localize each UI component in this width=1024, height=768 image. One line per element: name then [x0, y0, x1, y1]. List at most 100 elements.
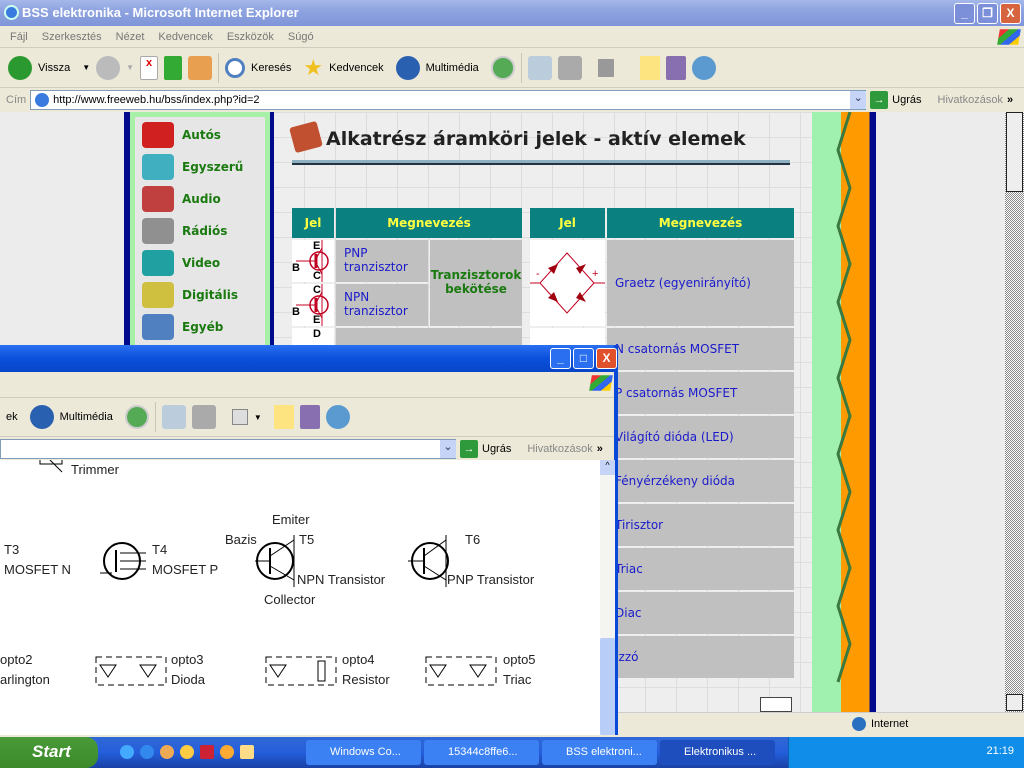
label-t6: T6	[465, 532, 481, 547]
mail-icon[interactable]	[161, 405, 186, 429]
decorative-stripe	[812, 112, 876, 712]
label-t5: T5	[299, 532, 315, 547]
close-button[interactable]: X	[1000, 3, 1021, 24]
messenger-icon[interactable]	[691, 55, 716, 80]
pin-b: B	[292, 306, 300, 318]
scroll-down-button[interactable]	[1006, 694, 1023, 711]
menu-file[interactable]: Fájl	[10, 31, 28, 43]
main-scrollbar[interactable]	[1005, 112, 1024, 712]
favorites-icon[interactable]: ★	[303, 55, 323, 81]
sidebar-item-3[interactable]: Rádiós	[142, 216, 227, 246]
research-icon[interactable]	[299, 405, 320, 429]
back-button[interactable]: Vissza	[38, 62, 70, 74]
notes-icon[interactable]	[273, 405, 294, 429]
menu-favorites[interactable]: Kedvencek	[158, 31, 212, 43]
menu-view[interactable]: Nézet	[116, 31, 145, 43]
pin-e: E	[313, 314, 321, 326]
clock-icon[interactable]	[240, 745, 254, 759]
component-link[interactable]: Diac	[607, 592, 794, 634]
back-icon[interactable]	[8, 55, 32, 80]
task-windows-commander[interactable]: Windows Co...	[306, 740, 421, 765]
research-icon[interactable]	[665, 55, 686, 80]
component-link[interactable]: N csatornás MOSFET	[607, 328, 794, 370]
restore-button[interactable]: ❐	[977, 3, 998, 24]
task-elektronikus[interactable]: Elektronikus ...	[660, 740, 775, 765]
links-button[interactable]: Hivatkozások	[938, 94, 1003, 106]
history-icon[interactable]	[490, 55, 515, 80]
sidebar-item-5[interactable]: Digitális	[142, 280, 238, 310]
print-icon[interactable]	[557, 55, 582, 80]
links-more[interactable]: »	[1007, 94, 1013, 106]
edit-icon[interactable]	[597, 58, 614, 77]
word-icon[interactable]	[231, 409, 248, 425]
floppy-icon[interactable]	[200, 745, 214, 759]
links-button[interactable]: Hivatkozások	[527, 443, 592, 455]
ie-icon[interactable]	[120, 745, 134, 759]
menu-edit[interactable]: Szerkesztés	[42, 31, 102, 43]
sidebar-item-label: Egyéb	[182, 320, 224, 334]
media-button[interactable]: Multimédia	[60, 411, 113, 423]
label-mosfet-n: MOSFET N	[4, 562, 71, 577]
npn-link[interactable]: NPN tranzisztor	[336, 284, 428, 326]
home-icon[interactable]	[188, 55, 213, 80]
component-link[interactable]: Tirisztor	[607, 504, 794, 546]
window2-maximize-button[interactable]: □	[573, 348, 594, 369]
sidebar-item-0[interactable]: Autós	[142, 120, 221, 150]
print-icon[interactable]	[191, 405, 216, 429]
refresh-icon[interactable]	[164, 55, 183, 80]
go-button[interactable]: Ugrás	[892, 94, 921, 106]
window2-scrollbar[interactable]: ^	[600, 460, 615, 735]
search-icon[interactable]	[225, 57, 246, 78]
component-link[interactable]: Triac	[607, 548, 794, 590]
ie-icon[interactable]	[140, 745, 154, 759]
favorites-button[interactable]: Kedvencek	[329, 62, 383, 74]
window2-address-input[interactable]	[0, 438, 456, 459]
component-link[interactable]: Graetz (egyenirányító)	[607, 240, 794, 326]
go-button[interactable]: Ugrás	[482, 443, 511, 455]
start-button[interactable]: Start	[0, 737, 98, 768]
address-input[interactable]: http://www.freeweb.hu/bss/index.php?id=2	[30, 90, 867, 110]
go-icon[interactable]: →	[870, 91, 889, 109]
menu-help[interactable]: Súgó	[288, 31, 314, 43]
window2-title-bar	[0, 345, 614, 372]
component-link[interactable]: Világító dióda (LED)	[607, 416, 794, 458]
component-link[interactable]: P csatornás MOSFET	[607, 372, 794, 414]
pnp-link[interactable]: PNP tranzisztor	[336, 240, 428, 282]
scrollbar-thumb[interactable]	[600, 638, 615, 735]
winamp-icon[interactable]	[180, 745, 194, 759]
media-player-icon[interactable]	[220, 745, 234, 759]
minimize-button[interactable]: _	[954, 3, 975, 24]
task-image[interactable]: 15344c8ffe6...	[424, 740, 539, 765]
scroll-up-button[interactable]: ^	[600, 460, 615, 475]
task-bss-elektronika[interactable]: BSS elektroni...	[542, 740, 657, 765]
media-icon[interactable]	[395, 55, 420, 80]
mail-icon[interactable]	[527, 55, 552, 80]
category-icon	[142, 314, 174, 340]
menu-tools[interactable]: Eszközök	[227, 31, 274, 43]
history-icon[interactable]	[124, 405, 149, 429]
address-dropdown-icon[interactable]: ⌄	[850, 91, 867, 109]
component-link[interactable]: Izzó	[607, 636, 794, 678]
go-icon[interactable]: →	[460, 439, 478, 458]
sidebar-item-2[interactable]: Audio	[142, 184, 221, 214]
window2-close-button[interactable]: X	[596, 348, 617, 369]
media-icon[interactable]	[29, 405, 54, 429]
window2-minimize-button[interactable]: _	[550, 348, 571, 369]
transistor-pinout-link[interactable]: Tranzisztorok bekötése	[430, 240, 522, 326]
media-button[interactable]: Multimédia	[426, 62, 479, 74]
clock: 21:19	[986, 745, 1014, 757]
search-button[interactable]: Keresés	[251, 62, 291, 74]
stop-icon[interactable]: x	[140, 55, 159, 80]
notes-icon[interactable]	[639, 55, 660, 80]
app-icon[interactable]	[160, 745, 174, 759]
scrollbar-thumb[interactable]	[1006, 112, 1023, 192]
component-link[interactable]: Fényérzékeny dióda	[607, 460, 794, 502]
sidebar-item-1[interactable]: Egyszerű	[142, 152, 243, 182]
taskbar: Start Windows Co... 15344c8ffe6... BSS e…	[0, 737, 1024, 768]
sidebar-item-4[interactable]: Video	[142, 248, 220, 278]
links-more[interactable]: »	[597, 443, 603, 455]
address-dropdown-icon[interactable]: ⌄	[440, 439, 456, 458]
messenger-icon[interactable]	[325, 405, 350, 429]
forward-icon[interactable]	[96, 55, 121, 80]
sidebar-item-6[interactable]: Egyéb	[142, 312, 223, 342]
